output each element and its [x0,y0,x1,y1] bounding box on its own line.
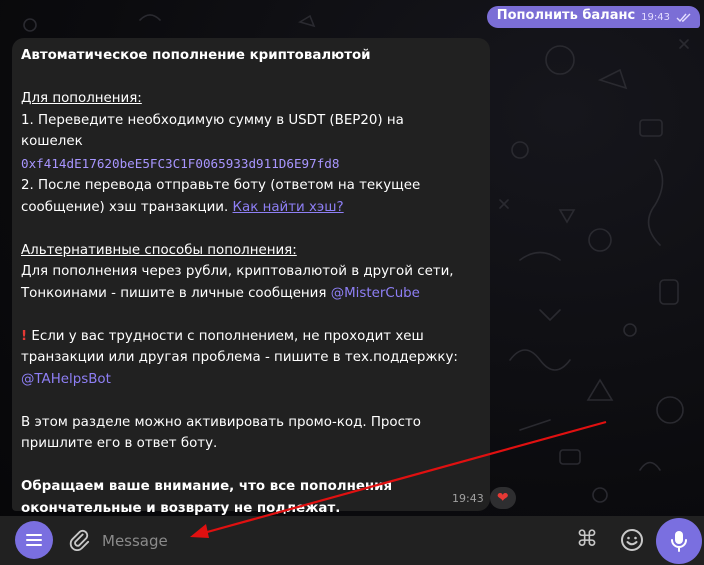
warning-line1: Если у вас трудности с пополнением, не п… [27,328,424,344]
wallet-address[interactable]: 0xf414dE17620beE5FC3C1F0065933d911D6E97f… [21,156,339,171]
step2-line2: сообщение) хэш транзакции. [21,199,233,215]
microphone-button[interactable] [656,518,702,564]
paperclip-icon[interactable] [68,529,90,551]
outgoing-message[interactable]: Пополнить баланс 19:43 [486,6,700,28]
promo-line1: В этом разделе можно активировать промо-… [21,414,421,430]
double-check-icon [676,13,691,23]
message-meta: 19:43 ❤ [452,487,516,509]
heart-reaction-icon[interactable]: ❤ [489,487,516,509]
deposit-section-heading: Для пополнения: [21,91,142,106]
step2-line1: 2. После перевода отправьте боту (ответо… [21,178,421,193]
menu-icon [26,534,42,546]
warning-line2: транзакции или другая проблема - пишите … [21,350,458,365]
how-to-find-hash-link[interactable]: Как найти хэш? [233,200,344,215]
mistercube-mention[interactable]: @MisterCube [331,286,420,301]
incoming-message-bubble[interactable]: Автоматическое пополнение криптовалютой … [12,38,490,516]
microphone-icon [671,531,687,552]
message-time: 19:43 [452,491,484,505]
alternative-line1: Для пополнения через рубли, криптовалюто… [21,264,454,279]
alternative-line2: Тонкоинами - пишите в личные сообщения [21,285,331,301]
alternative-section-heading: Альтернативные способы пополнения: [21,242,297,258]
message-title: Автоматическое пополнение криптовалютой [21,48,371,63]
message-input[interactable] [100,526,544,556]
support-bot-mention[interactable]: @TAHelpsBot [21,372,111,387]
step1-line2: кошелек [21,134,83,149]
outgoing-message-text: Пополнить баланс [496,8,636,23]
bot-menu-button[interactable] [15,521,53,559]
final-notice-line1: Обращаем ваше внимание, что все пополнен… [21,479,393,494]
step1-line1: 1. Переведите необходимую сумму в USDT (… [21,112,404,128]
command-icon[interactable]: ⌘ [575,528,599,552]
emoji-icon[interactable] [620,528,644,552]
outgoing-message-time: 19:43 [641,12,670,23]
message-composer: ⌘ [0,516,704,565]
promo-line2: пришлите его в ответ боту. [21,436,218,451]
